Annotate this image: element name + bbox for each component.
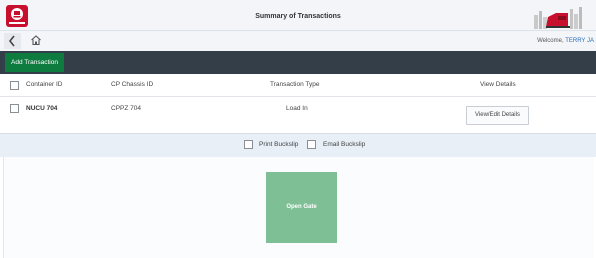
container-id-cell: NUCU 704: [26, 105, 58, 112]
column-header-view-details: View Details: [480, 81, 516, 88]
add-transaction-button[interactable]: Add Transaction: [5, 53, 64, 72]
welcome-prefix: Welcome,: [537, 38, 566, 44]
page-title: Summary of Transactions: [255, 13, 341, 20]
column-header-container-id: Container ID: [26, 81, 63, 88]
chassis-id-cell: CPPZ 704: [111, 105, 141, 112]
column-header-chassis-id: CP Chassis ID: [111, 81, 154, 88]
table-header: Container ID CP Chassis ID Transaction T…: [0, 74, 596, 97]
open-gate-button[interactable]: Open Gate: [266, 172, 337, 243]
buckslip-bar: Print Buckslip Email Buckslip: [0, 133, 596, 157]
column-header-transaction-type: Transaction Type: [270, 81, 320, 88]
user-name-link[interactable]: TERRY JA: [565, 38, 594, 44]
table-row: NUCU 704 CPPZ 704 Load In View/Edit Deta…: [0, 97, 596, 133]
email-buckslip-checkbox[interactable]: [307, 140, 316, 149]
transaction-type-cell: Load In: [286, 105, 308, 112]
back-button[interactable]: [4, 33, 21, 49]
home-icon[interactable]: [30, 34, 42, 46]
email-buckslip-label: Email Buckslip: [323, 141, 366, 148]
row-select-checkbox[interactable]: [10, 104, 19, 113]
view-edit-details-button[interactable]: View/Edit Details: [466, 106, 529, 125]
print-buckslip-label: Print Buckslip: [259, 141, 299, 148]
chevron-left-icon: [8, 35, 15, 47]
nav-bar: Welcome, TERRY JA: [0, 31, 596, 52]
train-skyline-icon: [534, 7, 582, 29]
toolbar: Add Transaction: [0, 51, 596, 74]
select-all-checkbox[interactable]: [10, 81, 19, 90]
title-bar: Summary of Transactions: [0, 0, 596, 31]
welcome-text: Welcome, TERRY JA: [537, 38, 594, 44]
print-buckslip-checkbox[interactable]: [244, 140, 253, 149]
